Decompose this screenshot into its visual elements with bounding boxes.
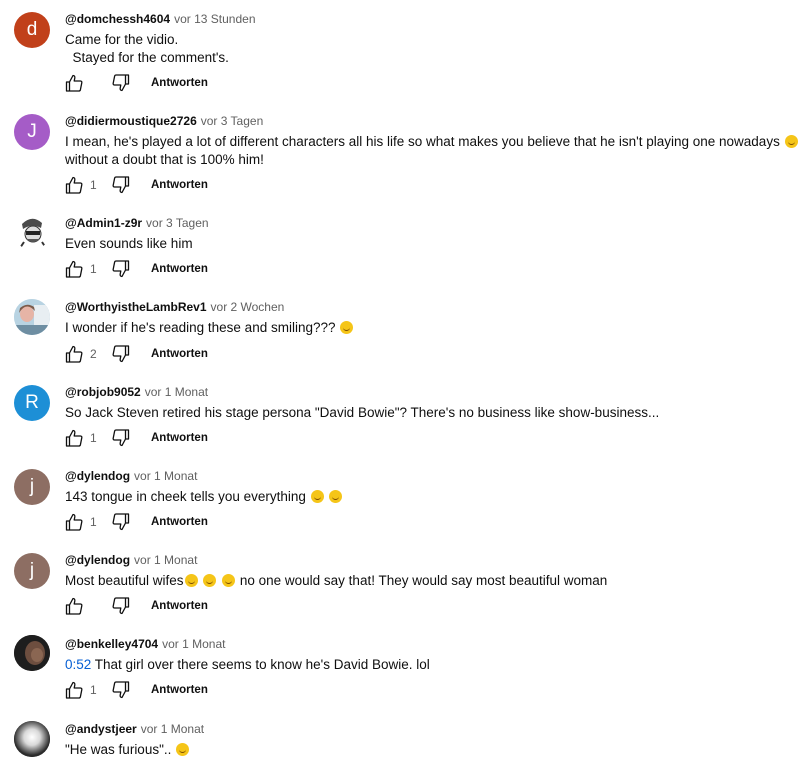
avatar-letter: J — [27, 121, 37, 142]
comment-author[interactable]: @WorthyistheLambRev1 — [65, 300, 207, 314]
like-count: 1 — [90, 683, 97, 697]
thumbs-down-icon[interactable] — [111, 175, 131, 195]
thumbs-up-icon[interactable] — [64, 73, 84, 93]
thumbs-up-icon[interactable] — [64, 175, 84, 195]
reply-button[interactable]: Antworten — [151, 77, 208, 89]
like-count: 2 — [90, 347, 97, 361]
laughing-emoji-icon — [184, 574, 198, 587]
avatar[interactable] — [14, 214, 50, 250]
thumbs-up-icon[interactable] — [64, 596, 84, 616]
like-count: 1 — [90, 431, 97, 445]
comment-line: 143 tongue in cheek tells you everything — [65, 489, 306, 504]
comment-author[interactable]: @domchessh4604 — [65, 12, 170, 26]
avatar[interactable]: d — [14, 12, 50, 48]
thumbs-down-icon[interactable] — [111, 73, 131, 93]
comment-text: Even sounds like him — [65, 236, 193, 251]
thumbs-down-icon[interactable] — [111, 680, 131, 700]
avatar[interactable] — [14, 721, 50, 757]
comment-text: 0:52 That girl over there seems to know … — [65, 656, 805, 674]
avatar-letter: d — [26, 19, 38, 40]
comment-time[interactable]: vor 1 Monat — [141, 722, 204, 736]
comment-author[interactable]: @dylendog — [65, 553, 130, 567]
thumbs-down-icon[interactable] — [111, 344, 131, 364]
comment-text: I wonder if he's reading these and smili… — [65, 319, 805, 337]
comment-line: I mean, he's played a lot of different c… — [65, 134, 780, 149]
surprised-emoji-icon — [176, 743, 190, 756]
comment-text: I mean, he's played a lot of different c… — [65, 133, 805, 169]
comment-line: Stayed for the comment's. — [65, 50, 229, 65]
comment-line: "He was furious".. — [65, 742, 172, 757]
comment-time[interactable]: vor 3 Tagen — [201, 114, 264, 128]
avatar[interactable]: R — [14, 385, 50, 421]
laughing-emoji-icon — [310, 490, 324, 503]
comment-line: Came for the vidio. — [65, 32, 179, 47]
comment-author[interactable]: @andystjeer — [65, 722, 137, 736]
avatar[interactable]: j — [14, 553, 50, 589]
comment-time[interactable]: vor 2 Wochen — [211, 300, 285, 314]
avatar[interactable]: j — [14, 469, 50, 505]
comment-author[interactable]: @benkelley4704 — [65, 637, 158, 651]
reply-button[interactable]: Antworten — [151, 432, 208, 444]
avatar-letter: j — [29, 560, 35, 581]
comment-author[interactable]: @Admin1-z9r — [65, 216, 142, 230]
like-count: 1 — [90, 178, 97, 192]
comment-line: without a doubt that is 100% him! — [65, 152, 264, 167]
thumbs-up-icon[interactable] — [64, 428, 84, 448]
comment-text: "He was furious".. — [65, 741, 805, 759]
reply-button[interactable]: Antworten — [151, 263, 208, 275]
smirk-emoji-icon — [784, 135, 798, 148]
thumbs-up-icon[interactable] — [64, 344, 84, 364]
thumbs-down-icon[interactable] — [111, 512, 131, 532]
like-count: 1 — [90, 262, 97, 276]
comment-line: I wonder if he's reading these and smili… — [65, 320, 336, 335]
like-count: 1 — [90, 515, 97, 529]
laughing-emoji-icon — [203, 574, 217, 587]
comment-time[interactable]: vor 3 Tagen — [146, 216, 209, 230]
laughing-emoji-icon — [329, 490, 343, 503]
video-timestamp-link[interactable]: 0:52 — [65, 657, 91, 672]
portrait-photo-icon — [14, 635, 50, 671]
avatar[interactable]: J — [14, 114, 50, 150]
comment-time[interactable]: vor 1 Monat — [134, 469, 197, 483]
avatar[interactable] — [14, 635, 50, 671]
comment-line: Most beautiful wifes — [65, 573, 184, 588]
comment-text: Came for the vidio. Stayed for the comme… — [65, 31, 805, 67]
comment-time[interactable]: vor 13 Stunden — [174, 12, 255, 26]
eye-roll-emoji-icon — [340, 321, 354, 334]
comment-author[interactable]: @dylendog — [65, 469, 130, 483]
thumbs-down-icon[interactable] — [111, 596, 131, 616]
reply-button[interactable]: Antworten — [151, 516, 208, 528]
comment-text: So Jack Steven retired his stage persona… — [65, 405, 660, 420]
reply-button[interactable]: Antworten — [151, 348, 208, 360]
reply-button[interactable]: Antworten — [151, 600, 208, 612]
comment-author[interactable]: @didiermoustique2726 — [65, 114, 197, 128]
avatar-letter: j — [29, 476, 35, 497]
thumbs-down-icon[interactable] — [111, 259, 131, 279]
comment-line: no one would say that! They would say mo… — [239, 573, 608, 588]
thumbs-up-icon[interactable] — [64, 512, 84, 532]
thumbs-up-icon[interactable] — [64, 680, 84, 700]
portrait-photo-icon — [14, 721, 50, 757]
reply-button[interactable]: Antworten — [151, 684, 208, 696]
avatar-letter: R — [25, 392, 39, 413]
comment-text: Most beautiful wifes no one would say th… — [65, 572, 805, 590]
comment-time[interactable]: vor 1 Monat — [134, 553, 197, 567]
avatar[interactable] — [14, 299, 50, 335]
portrait-photo-icon — [14, 299, 50, 335]
laughing-emoji-icon — [222, 574, 236, 587]
thumbs-down-icon[interactable] — [111, 428, 131, 448]
comment-author[interactable]: @robjob9052 — [65, 385, 141, 399]
thumbs-up-icon[interactable] — [64, 259, 84, 279]
comment-text: 143 tongue in cheek tells you everything — [65, 488, 805, 506]
comment-time[interactable]: vor 1 Monat — [145, 385, 208, 399]
cartoon-face-icon — [19, 218, 47, 249]
comment-time[interactable]: vor 1 Monat — [162, 637, 225, 651]
comment-line: That girl over there seems to know he's … — [94, 657, 430, 672]
reply-button[interactable]: Antworten — [151, 179, 208, 191]
